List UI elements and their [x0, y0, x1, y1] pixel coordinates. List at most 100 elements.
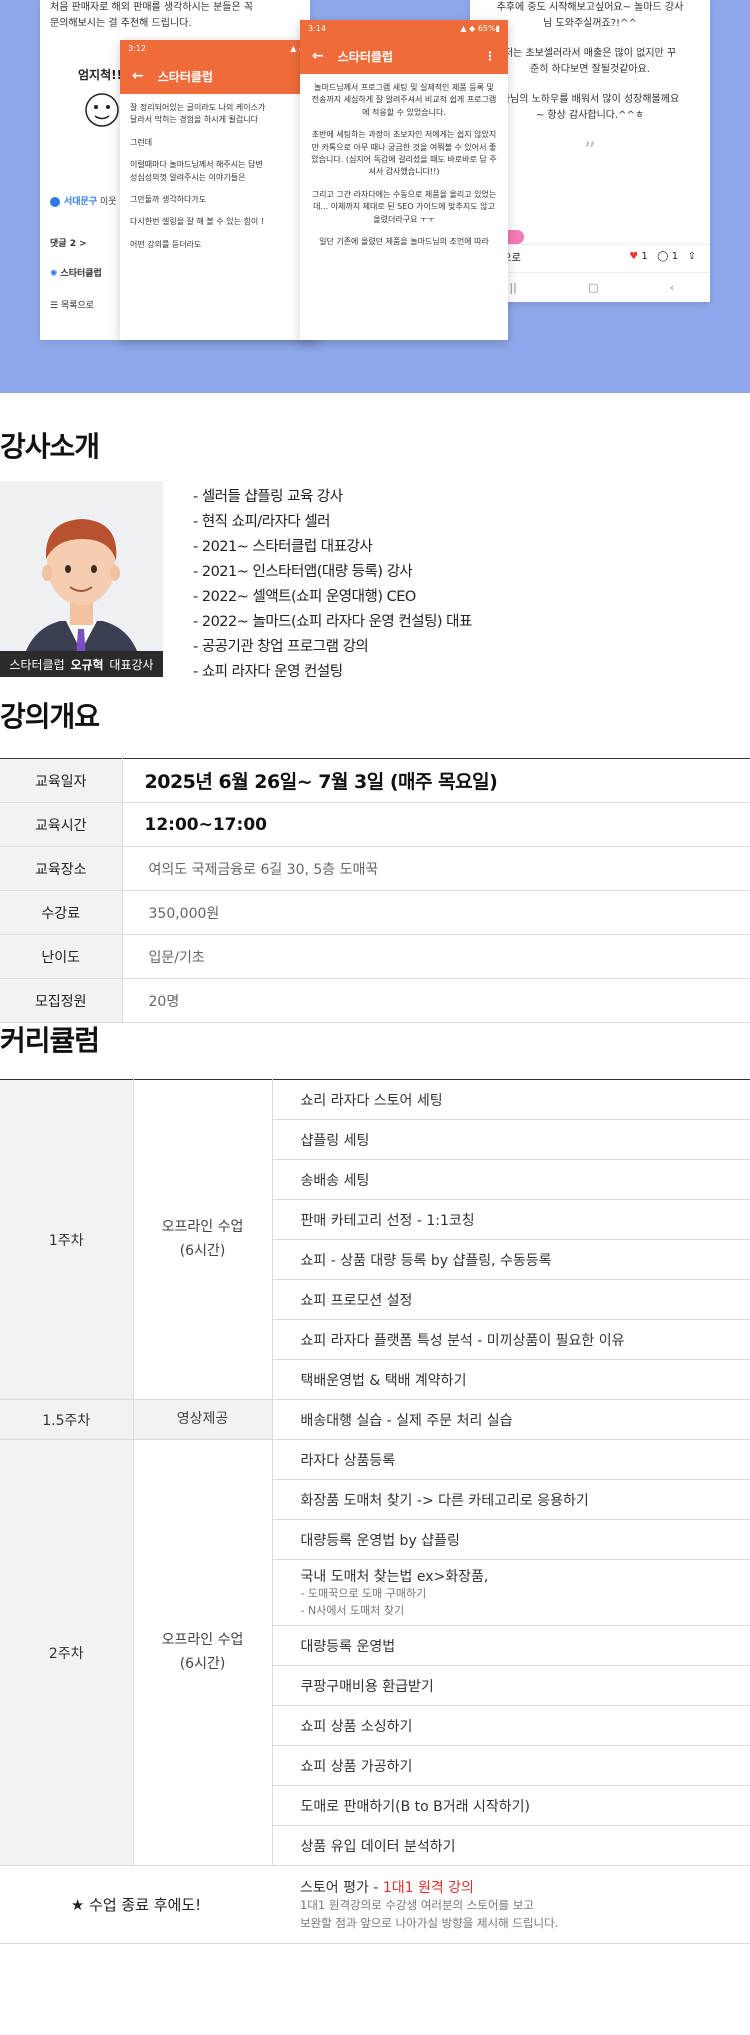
row-key: 교육장소	[0, 846, 123, 891]
lesson-type: 오프라인 수업 (6시간)	[133, 1079, 273, 1400]
instructor-avatar-image	[0, 481, 163, 677]
row-value: 12:00~17:00	[144, 814, 267, 835]
topic: 화장품 도매처 찾기 -> 다른 카테고리로 응용하기	[272, 1479, 750, 1520]
table-row: 2주차 오프라인 수업 (6시간) 라자다 상품등록	[0, 1439, 750, 1866]
like-count: 1	[641, 251, 648, 262]
row-key: 교육일자	[0, 758, 123, 803]
row-key: 난이도	[0, 934, 123, 979]
comments-link[interactable]: 댓글 2 >	[50, 236, 87, 249]
topic: 대량등록 운영법	[272, 1625, 750, 1666]
comment-icon[interactable]: ◯	[657, 251, 668, 262]
lesson-type: 영상제공	[133, 1399, 273, 1440]
bio-item: - 쇼피 라자다 운영 컨설팅	[193, 664, 343, 680]
review-text: 준히 하다보면 잘될것같아요.	[530, 64, 650, 75]
app-title: 스타터클럽	[157, 69, 213, 84]
topic: 판매 카테고리 선정 - 1:1코칭	[272, 1199, 750, 1240]
topic: 쇼피 라자다 플랫폼 특성 분석 - 미끼상품이 필요한 이유	[272, 1319, 750, 1360]
bio-item: - 2022~ 놀마드(쇼피 라자다 운영 컨설팅) 대표	[193, 614, 472, 630]
review-location: 서대문구 이웃	[50, 194, 117, 207]
app-title: 스타터클럽	[337, 49, 393, 64]
review-text: 님 도와주실꺼죠?!^^	[543, 18, 637, 29]
page: 처음 판매자로 해외 판매를 생각하시는 분들은 꼭 문의해보시는 걸 추천해 …	[0, 0, 750, 2035]
overview-section: 강의개요 교육일자 2025년 6월 26일~ 7월 3일 (매주 목요일) 교육…	[0, 693, 750, 1023]
table-row: ★ 수업 종료 후에도! 스토어 평가 - 1대1 원격 강의 1대1 원격강의…	[0, 1865, 750, 1944]
topic: 대량등록 운영법 by 샵플링	[272, 1519, 750, 1560]
bio-item: - 2021~ 인스타터앱(대량 등록) 강사	[193, 564, 413, 580]
review-text: 그만둘까 생각하다가도	[130, 194, 207, 204]
status-icons: ▲ ◆ 65%▮	[460, 24, 500, 33]
table-row: 수강료 350,000원	[0, 890, 750, 935]
club-label: ✺ 스타터클럽	[50, 269, 102, 279]
instructor-bio-list: - 셀러들 샵플링 교육 강사 - 현직 쇼피/라자다 셀러 - 2021~ 스…	[193, 485, 472, 685]
review-text: 달라서 막히는 경험을 하시게 될겁니다	[130, 115, 258, 125]
review-text: 성심성의껏 알려주시는 이야기들은	[130, 172, 246, 182]
table-row: 1주차 오프라인 수업 (6시간) 쇼리 라자다 스토어 세팅	[0, 1079, 750, 1400]
status-time: 3:14	[308, 24, 326, 33]
overview-table: 교육일자 2025년 6월 26일~ 7월 3일 (매주 목요일) 교육시간 12:…	[0, 758, 750, 1023]
topic-sub: - N사에서 도매처 찾기	[300, 1603, 405, 1617]
review-text: 놀마드님께서 프로그램 세팅 및 실제적인 제품 등록 및 전송까지 세심하게 …	[311, 83, 497, 117]
highlight-text: 1대1 원격 강의	[382, 1879, 474, 1896]
review-text: 이럴때마다 놀마드님께서 해주시는 답변	[130, 160, 263, 170]
topic-sub: - 도매꾹으로 도매 구매하기	[300, 1587, 427, 1600]
review-text: 일단 기존에 올렸던 제품을 놀마드님의 조언에 따라	[319, 236, 489, 246]
review-text: 사님의 노하우를 배워서 많이 성장해볼께요	[500, 94, 680, 105]
phone-screenshot-a: 3:12▲ ◆ ▮ ←스타터클럽 잘 정리되어있는 글이라도 나의 케이스가달라…	[120, 40, 320, 340]
bio-item: - 공공기관 창업 프로그램 강의	[193, 639, 369, 655]
review-text: ~ 항상 감사합니다.^^ㅎ	[535, 110, 645, 121]
bio-item: - 현직 쇼피/라자다 셀러	[193, 514, 331, 530]
table-row: 교육시간 12:00~17:00	[0, 802, 750, 847]
row-value: 2025년 6월 26일~ 7월 3일 (매주 목요일)	[144, 771, 498, 793]
review-text: 어떤 강의를 듣더라도	[130, 239, 202, 249]
review-text: 초반에 세팅하는 과정이 초보자인 저에게는 쉽지 않았지만 카톡으로 아무 때…	[311, 130, 497, 177]
topic: 쇼피 프로모션 설정	[272, 1279, 750, 1320]
section-title-instructor: 강사소개	[0, 430, 100, 463]
curriculum-section: 커리큘럼 1주차 오프라인 수업 (6시간) 쇼리 라자다 스토어 세팅 샵플링 …	[0, 1013, 750, 2035]
review-text: 문의해보시는 걸 추천해 드립니다.	[50, 18, 192, 29]
quote-icon: ”	[584, 139, 596, 164]
row-key: 수강료	[0, 890, 123, 935]
topic: 라자다 상품등록	[272, 1439, 750, 1480]
menu-icon: ☰	[50, 301, 59, 311]
bio-item: - 2022~ 셀액트(쇼피 운영대행) CEO	[193, 589, 416, 605]
table-row: 난이도 입문/기초	[0, 934, 750, 979]
heart-icon[interactable]: ♥	[629, 251, 638, 262]
review-text: 추후에 중도 시작해보고싶어요~ 놀마드 강사	[496, 2, 684, 13]
doodle-face-icon	[85, 93, 119, 127]
topic-note: 보완할 점과 앞으로 나아가실 방향을 제시해 드립니다.	[300, 1915, 559, 1930]
topic: 쇼피 상품 소싱하기	[272, 1705, 750, 1746]
doodle-text: 엄지척!!	[78, 68, 123, 82]
back-to-list-left[interactable]: ☰ 목록으로	[50, 298, 94, 311]
topic: 샵플링 세팅	[272, 1119, 750, 1160]
home-icon[interactable]: ▢	[588, 281, 598, 294]
back-arrow-icon[interactable]: ←	[132, 68, 144, 84]
more-options-icon[interactable]: ⋮	[484, 49, 496, 63]
topic: 쇼피 - 상품 대량 등록 by 샵플링, 수동등록	[272, 1239, 750, 1280]
topic: 쇼리 라자다 스토어 세팅	[272, 1079, 750, 1120]
topic: 택배운영법 & 택배 계약하기	[272, 1359, 750, 1400]
topic: 쇼피 상품 가공하기	[272, 1745, 750, 1786]
topic: 스토어 평가 - 1대1 원격 강의 1대1 원격강의로 수강생 여러분의 스토…	[272, 1865, 750, 1944]
phone-screenshot-b: 3:14 ▲ ◆ 65%▮ ← 스타터클럽 ⋮ 놀마드님께서 프로그램 세팅 및 실…	[300, 20, 508, 340]
lesson-type: 오프라인 수업 (6시간)	[133, 1439, 273, 1866]
section-title-overview: 강의개요	[0, 700, 100, 733]
week-label: 2주차	[0, 1439, 134, 1866]
instructor-avatar: 스타터클럽 오규혁 대표강사	[0, 481, 163, 677]
week-label: 1주차	[0, 1079, 134, 1400]
back-icon[interactable]: ‹	[670, 281, 674, 294]
topic: 도매로 판매하기(B to B거래 시작하기)	[272, 1785, 750, 1826]
review-text: 다시한번 셀링을 잘 해 볼 수 있는 힘이 !	[130, 217, 264, 227]
row-value: 여의도 국제금융로 6길 30, 5층 도매꾹	[148, 861, 379, 878]
topic: 배송대행 실습 - 실제 주문 처리 실습	[272, 1399, 750, 1440]
instructor-caption: 스타터클럽 오규혁 대표강사	[0, 651, 163, 677]
instructor-name: 오규혁	[70, 657, 104, 672]
after-course-label: ★ 수업 종료 후에도!	[0, 1865, 272, 1944]
topic: 쿠팡구매비용 환급받기	[272, 1665, 750, 1706]
back-arrow-icon[interactable]: ←	[312, 48, 324, 65]
review-collage: 처음 판매자로 해외 판매를 생각하시는 분들은 꼭 문의해보시는 걸 추천해 …	[0, 0, 750, 393]
curriculum-table: 1주차 오프라인 수업 (6시간) 쇼리 라자다 스토어 세팅 샵플링 세팅 송배…	[0, 1079, 750, 1944]
comment-count: 1	[671, 251, 679, 262]
week-label: 1.5주차	[0, 1399, 134, 1440]
share-icon[interactable]: ⇪	[688, 251, 696, 262]
club-logo-icon: ✺	[50, 269, 58, 279]
